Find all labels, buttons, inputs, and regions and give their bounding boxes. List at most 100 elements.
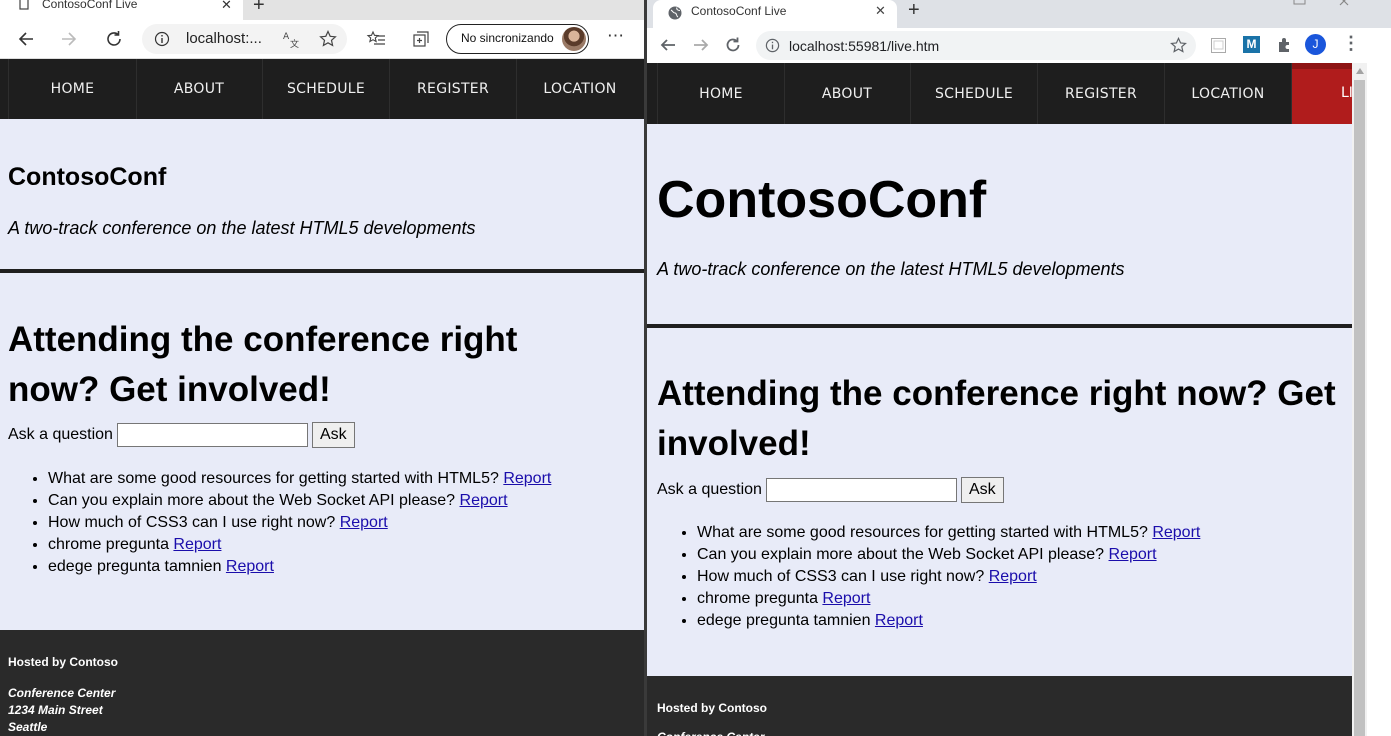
ask-label: Ask a question [657,481,762,498]
nav-register[interactable]: REGISTER [1038,63,1165,124]
ask-button[interactable]: Ask [960,477,1004,503]
reload-icon[interactable] [724,36,742,54]
question-text: What are some good resources for getting… [697,524,1148,541]
info-icon[interactable] [765,38,780,53]
report-link[interactable]: Report [1152,524,1200,541]
list-item: Can you explain more about the Web Socke… [697,544,1200,566]
question-text: edege pregunta tamnien [48,558,222,575]
question-text: Can you explain more about the Web Socke… [697,546,1105,563]
address-bar[interactable]: localhost:55981/live.htm [756,31,1196,60]
profile-label: No sincronizando [461,31,554,45]
url-text: localhost:... [186,30,262,47]
report-link[interactable]: Report [989,568,1037,585]
list-item: chrome pregunta Report [48,534,551,556]
site-subtitle: A two-track conference on the latest HTM… [657,259,1125,279]
new-tab-icon[interactable]: + [908,0,920,22]
info-icon[interactable] [154,31,170,47]
close-window-icon[interactable] [1339,0,1353,6]
bookmark-star-icon[interactable] [1170,37,1187,54]
nav-schedule[interactable]: SCHEDULE [263,59,390,119]
question-input[interactable] [116,423,308,447]
page-content: ContosoConf A two-track conference on th… [647,124,1352,676]
ask-form: Ask a question Ask [8,422,355,448]
avatar [562,27,586,51]
footer-host: Hosted by Contoso [8,655,118,669]
ask-form: Ask a question Ask [657,477,1004,503]
report-link[interactable]: Report [822,590,870,607]
svg-text:A: A [283,32,290,42]
footer-address: Conference Center [657,729,764,736]
forward-arrow-icon[interactable] [59,30,79,48]
list-item: Can you explain more about the Web Socke… [48,490,551,512]
report-link[interactable]: Report [340,514,388,531]
edge-browser-window: ContosoConf Live ✕ + localhost:... A文 No… [0,0,645,736]
vertical-scrollbar[interactable] [1352,63,1367,736]
report-link[interactable]: Report [503,470,551,487]
divider-line [647,324,1352,328]
tab-contosoconf-live[interactable]: ContosoConf Live ✕ [0,0,243,20]
svg-text:文: 文 [290,38,299,48]
more-menu-icon[interactable]: ⋯ [607,26,624,46]
divider-line [0,269,645,273]
report-link[interactable]: Report [875,612,923,629]
profile-button[interactable]: No sincronizando [446,24,589,54]
maximize-icon[interactable] [1293,0,1307,6]
address-bar[interactable]: localhost:... A文 [142,24,347,54]
close-tab-icon[interactable]: ✕ [221,0,232,13]
report-link[interactable]: Report [226,558,274,575]
collections-icon[interactable] [412,30,430,48]
nav-schedule[interactable]: SCHEDULE [911,63,1038,124]
list-item: chrome pregunta Report [697,588,1200,610]
extension-m-icon[interactable]: M [1243,36,1260,53]
scroll-up-arrow-icon[interactable] [1356,68,1364,74]
involve-heading: Attending the conference right now? Get … [657,374,1336,463]
address-line: Seattle [8,720,48,734]
nav-location[interactable]: LOCATION [517,59,643,119]
report-link[interactable]: Report [1109,546,1157,563]
chrome-browser-window: ContosoConf Live ✕ + localhost:55981/liv… [647,0,1391,736]
question-text: What are some good resources for getting… [48,470,499,487]
nav-about[interactable]: ABOUT [136,59,263,119]
puzzle-extensions-icon[interactable] [1276,36,1294,54]
new-tab-icon[interactable]: + [253,0,265,17]
list-item: How much of CSS3 can I use right now? Re… [48,512,551,534]
ask-label: Ask a question [8,426,113,443]
back-arrow-icon[interactable] [659,36,677,54]
more-menu-icon[interactable]: ⋮ [1342,33,1360,54]
question-input[interactable] [765,478,957,502]
list-item: How much of CSS3 can I use right now? Re… [697,566,1200,588]
question-text: How much of CSS3 can I use right now? [697,568,985,585]
tab-contosoconf-live[interactable]: ContosoConf Live ✕ [653,0,897,28]
list-item: What are some good resources for getting… [697,522,1200,544]
question-text: chrome pregunta [697,590,818,607]
back-arrow-icon[interactable] [16,30,36,48]
site-nav: HOME ABOUT SCHEDULE REGISTER LOCATION [0,59,645,119]
ask-button[interactable]: Ask [311,422,355,448]
scrollbar-thumb[interactable] [1354,80,1365,736]
report-link[interactable]: Report [173,536,221,553]
questions-list: What are some good resources for getting… [8,468,551,578]
close-tab-icon[interactable]: ✕ [875,3,886,19]
site-footer: Hosted by Contoso Conference Center 1234… [0,630,645,736]
nav-location[interactable]: LOCATION [1165,63,1292,124]
tab-strip: ContosoConf Live ✕ + [0,0,645,20]
list-item: edege pregunta tamnien Report [48,556,551,578]
nav-home[interactable]: HOME [657,63,785,124]
favorites-icon[interactable] [366,30,386,48]
forward-arrow-icon[interactable] [692,36,710,54]
favorite-star-icon[interactable] [319,30,337,48]
page-content: ContosoConf A two-track conference on th… [0,119,645,630]
report-link[interactable]: Report [460,492,508,509]
translate-icon[interactable]: A文 [283,30,301,48]
profile-avatar[interactable]: J [1305,34,1326,55]
url-text: localhost:55981/live.htm [789,38,940,54]
nav-home[interactable]: HOME [8,59,137,119]
nav-about[interactable]: ABOUT [784,63,911,124]
refresh-icon[interactable] [104,29,124,49]
site-subtitle: A two-track conference on the latest HTM… [8,218,476,238]
pocket-extension-icon[interactable] [1210,37,1227,54]
tab-title: ContosoConf Live [691,4,787,18]
question-text: chrome pregunta [48,536,169,553]
site-title: ContosoConf [657,171,987,229]
nav-register[interactable]: REGISTER [390,59,517,119]
